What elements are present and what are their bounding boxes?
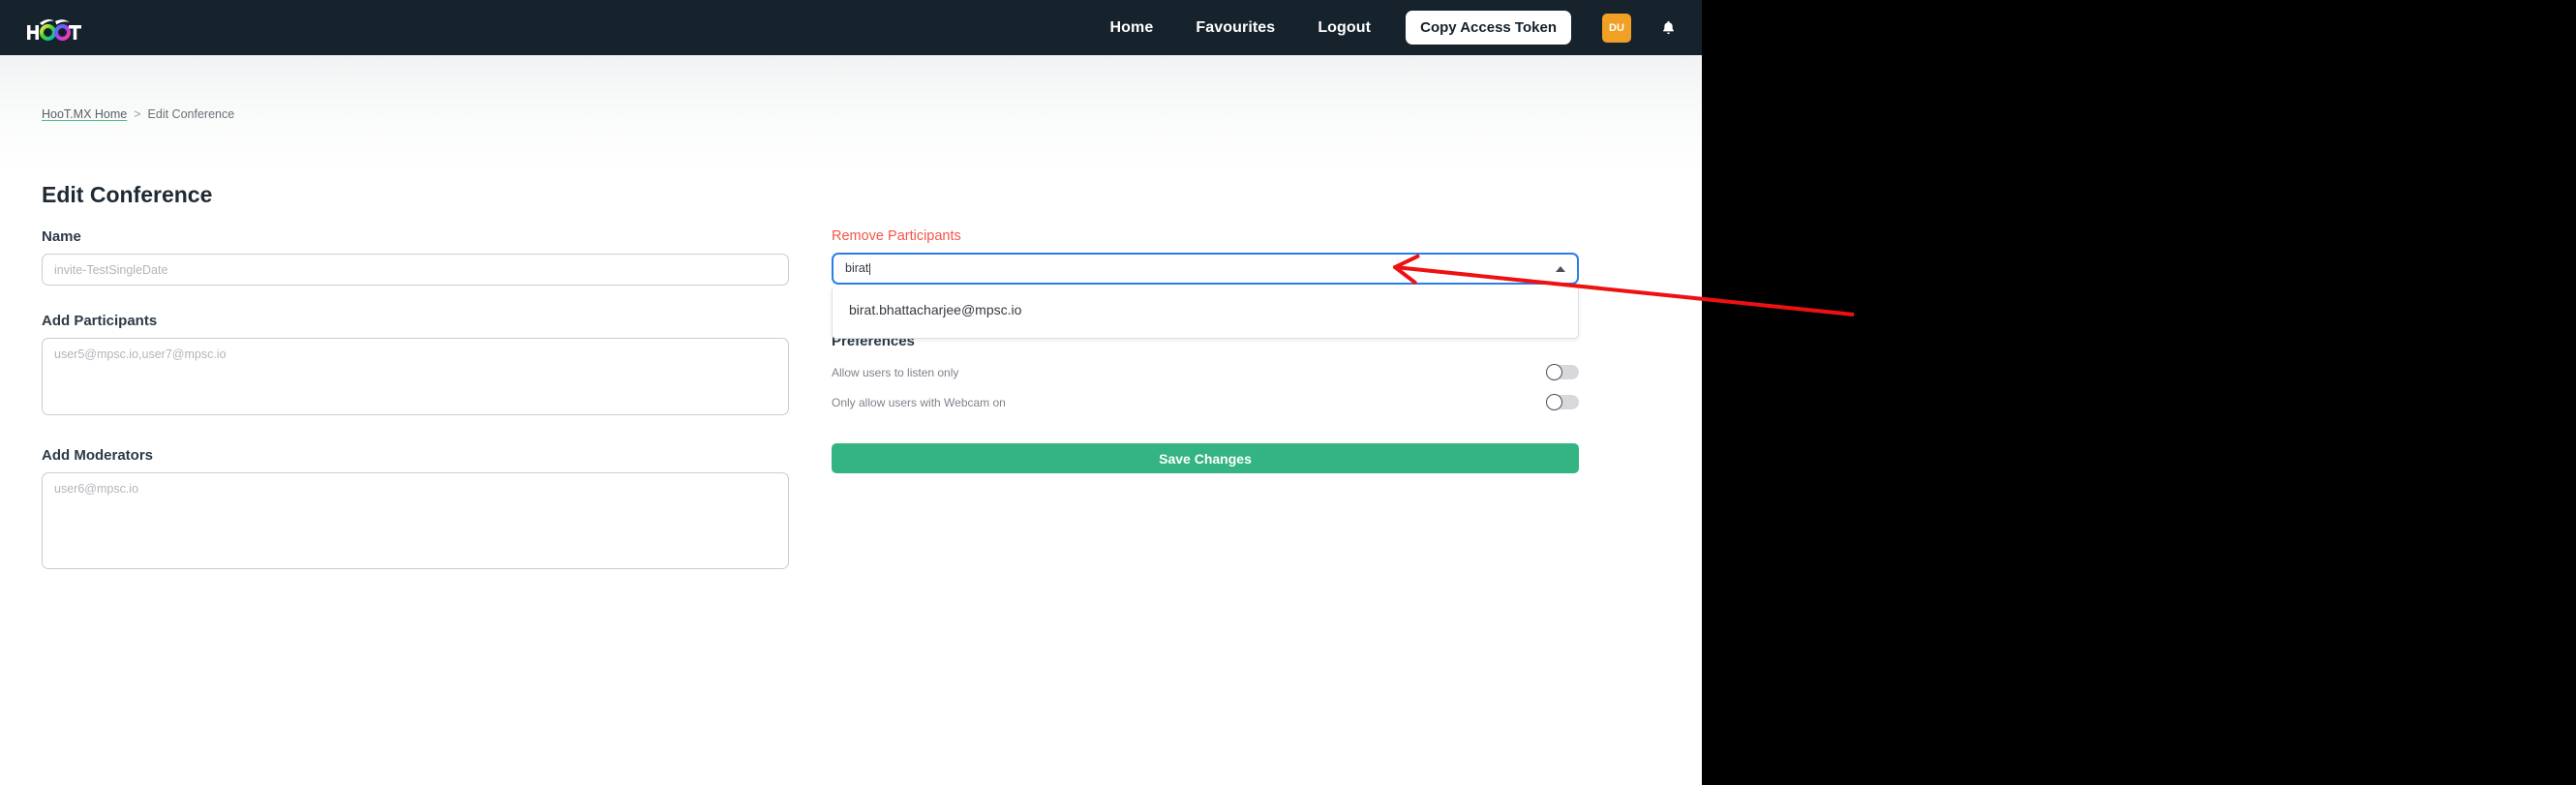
add-participants-textarea[interactable]: [42, 338, 789, 415]
add-participants-label: Add Participants: [42, 313, 158, 329]
avatar[interactable]: DU: [1602, 13, 1631, 43]
dropdown-option[interactable]: birat.bhattacharjee@mpsc.io: [833, 295, 1578, 324]
browser-page: Home Favourites Logout Copy Access Token…: [0, 0, 1702, 785]
hoot-owl-logo-icon: [27, 18, 81, 41]
save-changes-button[interactable]: Save Changes: [832, 443, 1579, 473]
preference-row-webcam-on: Only allow users with Webcam on: [832, 394, 1579, 410]
bell-icon: [1663, 20, 1674, 35]
nav-link-logout[interactable]: Logout: [1296, 19, 1392, 37]
form-left-column: Name Add Participants Add Moderators: [42, 228, 789, 574]
remove-participants-dropdown: birat.bhattacharjee@mpsc.io: [832, 288, 1579, 339]
top-navbar: Home Favourites Logout Copy Access Token…: [0, 0, 1702, 55]
nav-link-favourites[interactable]: Favourites: [1174, 19, 1296, 37]
preference-label: Only allow users with Webcam on: [832, 395, 1006, 409]
text-cursor: [869, 262, 871, 275]
copy-access-token-button[interactable]: Copy Access Token: [1406, 11, 1571, 45]
navbar-right-group: Home Favourites Logout Copy Access Token…: [1089, 11, 1677, 45]
remove-participants-value: birat: [845, 261, 869, 276]
remove-participants-label: Remove Participants: [832, 228, 961, 244]
notifications-bell[interactable]: [1660, 18, 1677, 37]
page-title: Edit Conference: [42, 182, 213, 207]
breadcrumb: HooT.MX Home > Edit Conference: [42, 107, 234, 121]
name-input[interactable]: [42, 254, 789, 286]
add-moderators-textarea[interactable]: [42, 472, 789, 569]
name-label: Name: [42, 228, 81, 245]
remove-participants-input[interactable]: birat: [832, 253, 1579, 285]
nav-link-home[interactable]: Home: [1089, 19, 1175, 37]
breadcrumb-current: Edit Conference: [147, 107, 235, 121]
breadcrumb-separator: >: [134, 107, 141, 121]
toggle-knob: [1546, 394, 1562, 410]
screenshot-root: Home Favourites Logout Copy Access Token…: [0, 0, 2576, 785]
brand-logo[interactable]: [25, 9, 83, 47]
toggle-knob: [1546, 364, 1562, 380]
preference-label: Allow users to listen only: [832, 365, 959, 379]
chevron-up-icon[interactable]: [1556, 265, 1565, 272]
add-moderators-label: Add Moderators: [42, 447, 154, 464]
form-right-column: Remove Participants birat birat.bhattach…: [832, 228, 1579, 473]
toggle-listen-only[interactable]: [1546, 364, 1579, 380]
breadcrumb-home-link[interactable]: HooT.MX Home: [42, 107, 127, 121]
remove-participants-combobox: birat birat.bhattacharjee@mpsc.io: [832, 253, 1579, 339]
toggle-webcam-on[interactable]: [1546, 394, 1579, 410]
preference-row-listen-only: Allow users to listen only: [832, 364, 1579, 380]
